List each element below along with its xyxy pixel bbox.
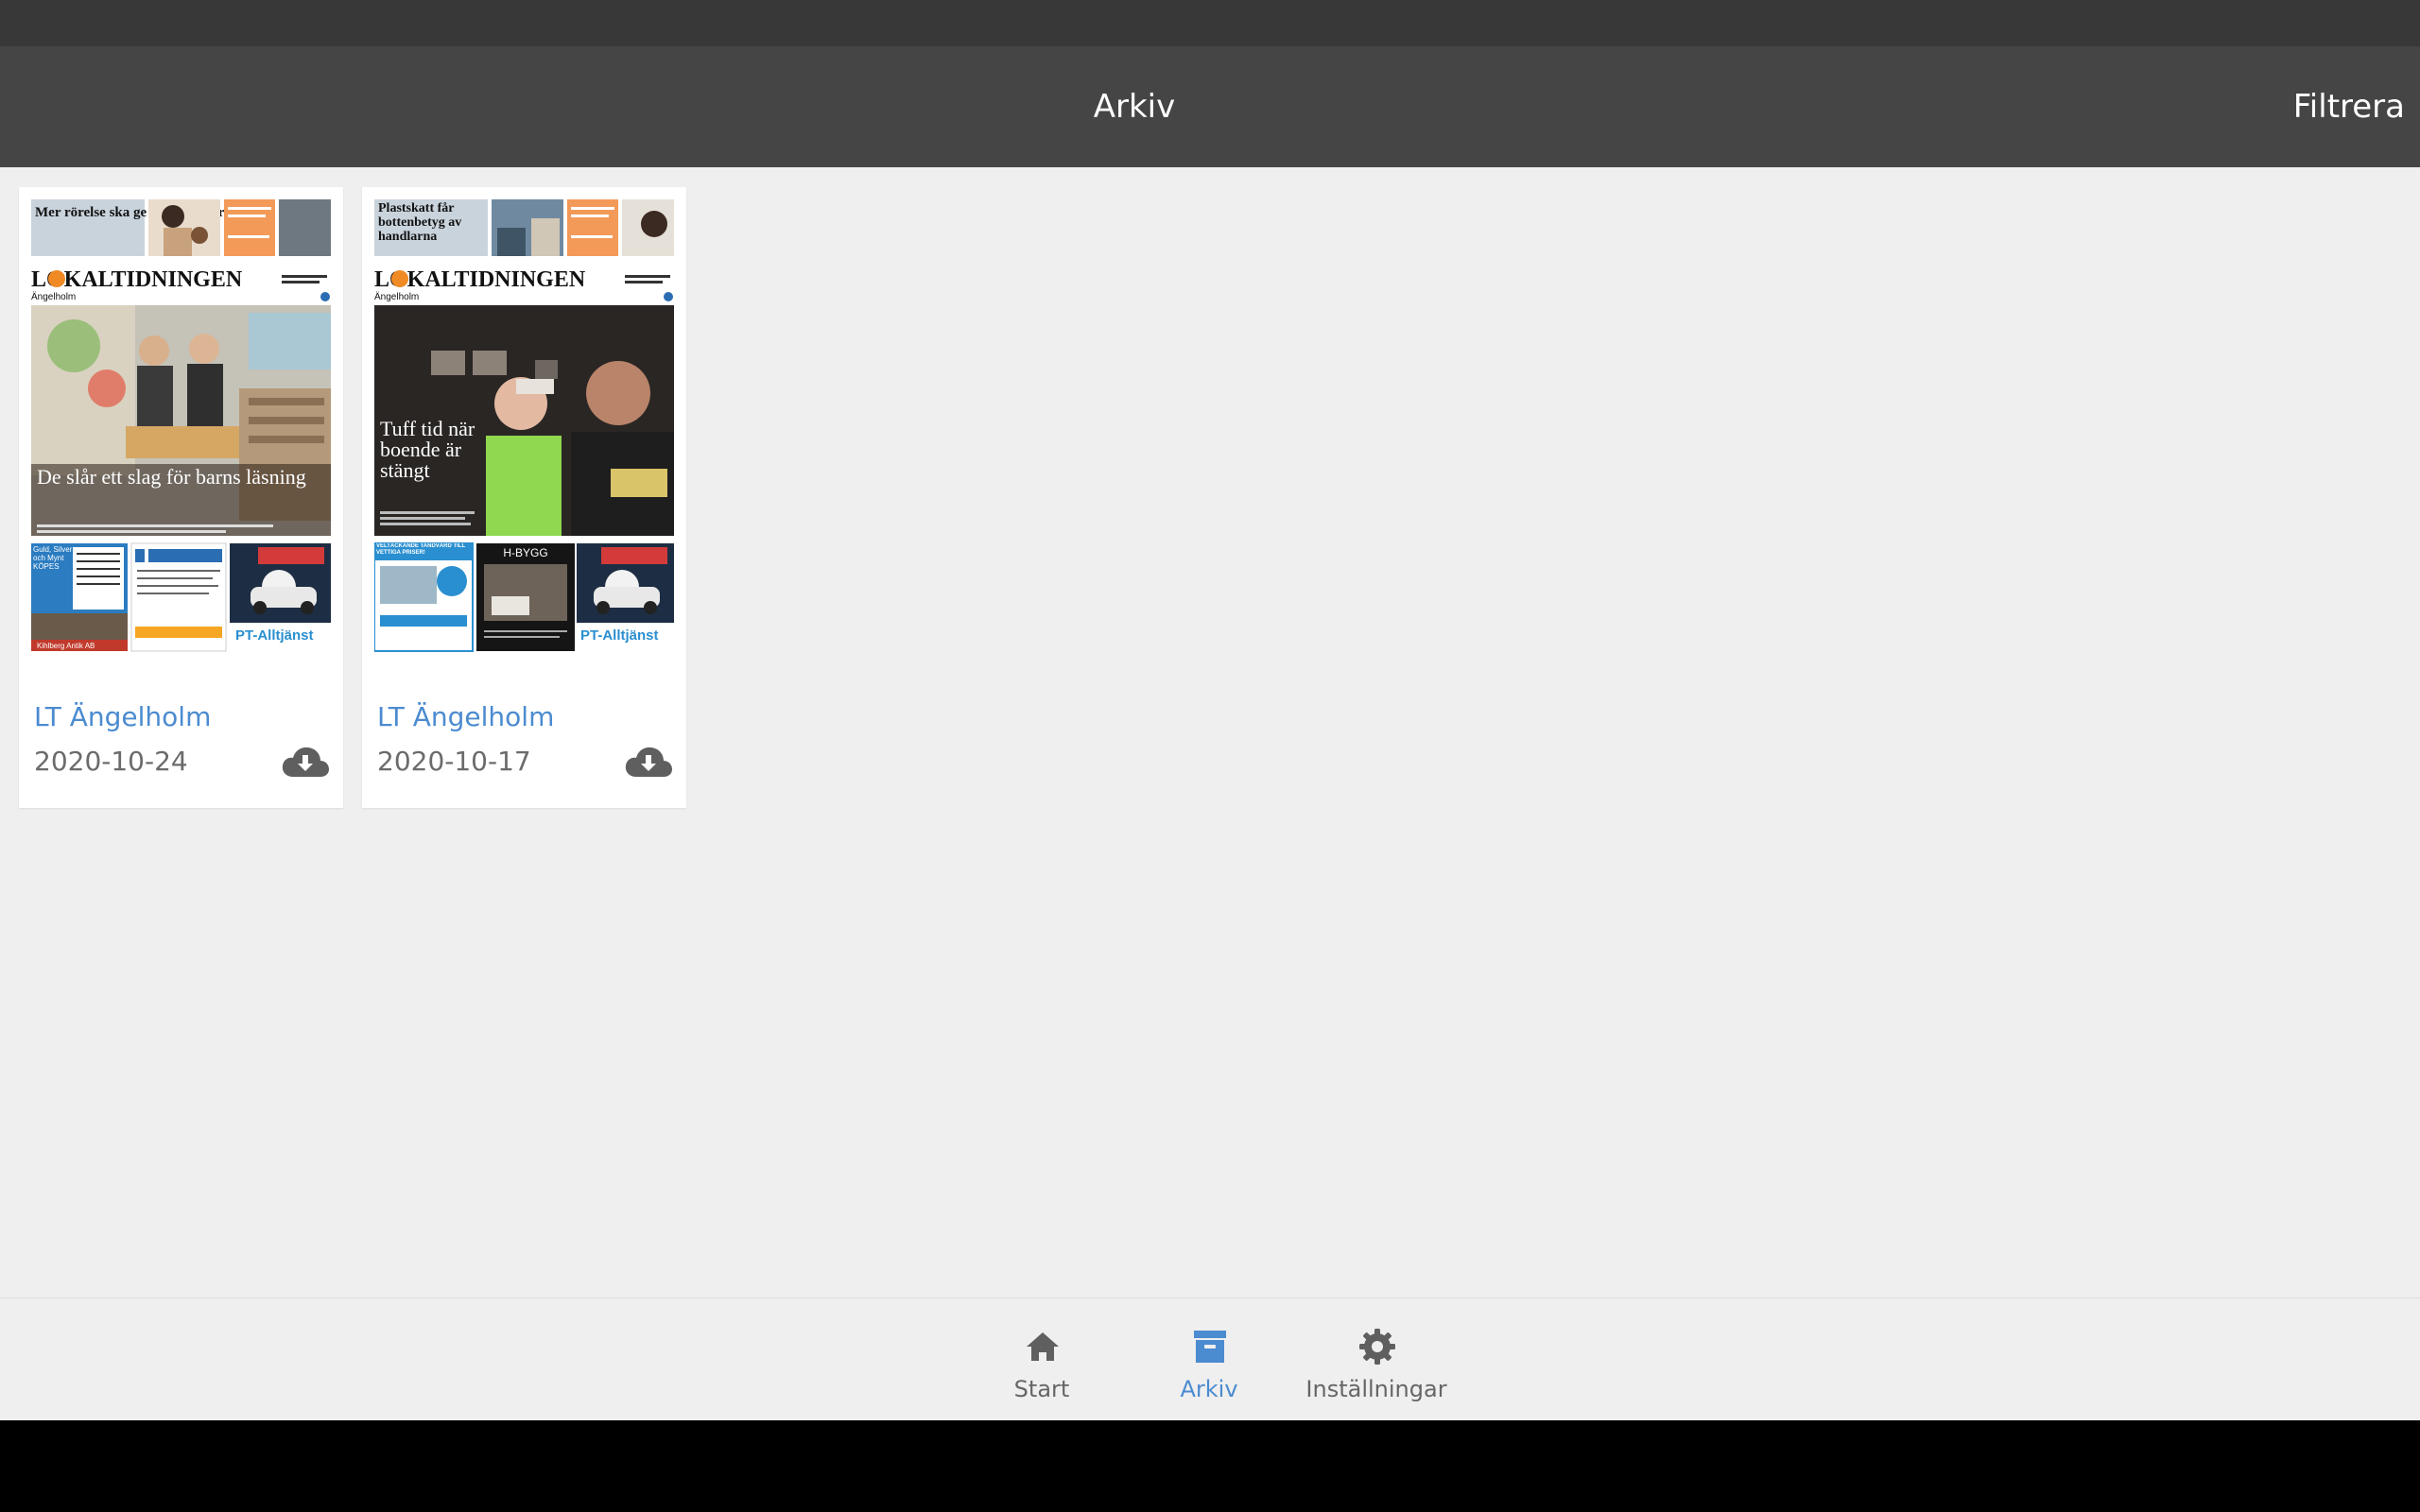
issue-date: 2020-10-24: [34, 746, 188, 777]
issue-card[interactable]: Mer rörelse ska ge mindre övervikt LOKAL…: [19, 187, 343, 808]
issue-card[interactable]: Plastskatt får bottenbetyg av handlarna …: [362, 187, 686, 808]
page-title: Arkiv: [1093, 88, 1176, 126]
gear-icon: [1359, 1329, 1395, 1365]
cover-edition: Ängelholm: [31, 291, 76, 302]
nav-item-arkiv[interactable]: Arkiv: [1133, 1298, 1285, 1421]
filter-button[interactable]: Filtrera: [2293, 88, 2405, 126]
nav-item-label: Inställningar: [1305, 1376, 1447, 1402]
archive-icon: [1194, 1331, 1226, 1363]
status-bar: [0, 0, 2420, 46]
nav-item-start[interactable]: Start: [966, 1298, 1117, 1421]
app-bar: Arkiv Filtrera: [0, 46, 2420, 167]
issue-title[interactable]: LT Ängelholm: [34, 701, 211, 732]
nav-item-installningar[interactable]: Inställningar: [1301, 1298, 1452, 1421]
cover-ad-left-title: VELTÄCKANDE TANDVÅRD TILL VETTIGA PRISER…: [376, 543, 465, 556]
cover-ad-left-title: Guld, Silver och Mynt KÖPES: [33, 545, 73, 571]
cover-main-headline: De slår ett slag för barns läsning: [37, 466, 306, 489]
cover-ad-right-brand: PT-Alltjänst: [580, 627, 659, 644]
issue-cover-thumbnail[interactable]: Plastskatt får bottenbetyg av handlarna …: [374, 199, 674, 653]
bottom-navigation: Start Arkiv Inställningar: [0, 1297, 2420, 1421]
issue-date: 2020-10-17: [377, 746, 531, 777]
cover-main-headline: Tuff tid när boende är stängt: [380, 419, 475, 482]
cloud-download-icon[interactable]: [624, 743, 673, 781]
cover-ad-left-footer: Kihlberg Antik AB: [37, 642, 95, 650]
cover-top-headline: Plastskatt får bottenbetyg av handlarna: [378, 201, 462, 244]
nav-item-label: Start: [1013, 1376, 1070, 1402]
cover-ad-right-brand: PT-Alltjänst: [235, 627, 314, 644]
home-icon: [1027, 1332, 1059, 1361]
cover-ad-mid-title: H-BYGG: [503, 546, 547, 559]
nav-item-label: Arkiv: [1180, 1376, 1238, 1402]
cloud-download-icon[interactable]: [281, 743, 330, 781]
issue-cover-thumbnail[interactable]: Mer rörelse ska ge mindre övervikt LOKAL…: [31, 199, 331, 653]
issue-title[interactable]: LT Ängelholm: [377, 701, 554, 732]
system-navigation-bar: [0, 1420, 2420, 1512]
cover-edition: Ängelholm: [374, 291, 419, 302]
